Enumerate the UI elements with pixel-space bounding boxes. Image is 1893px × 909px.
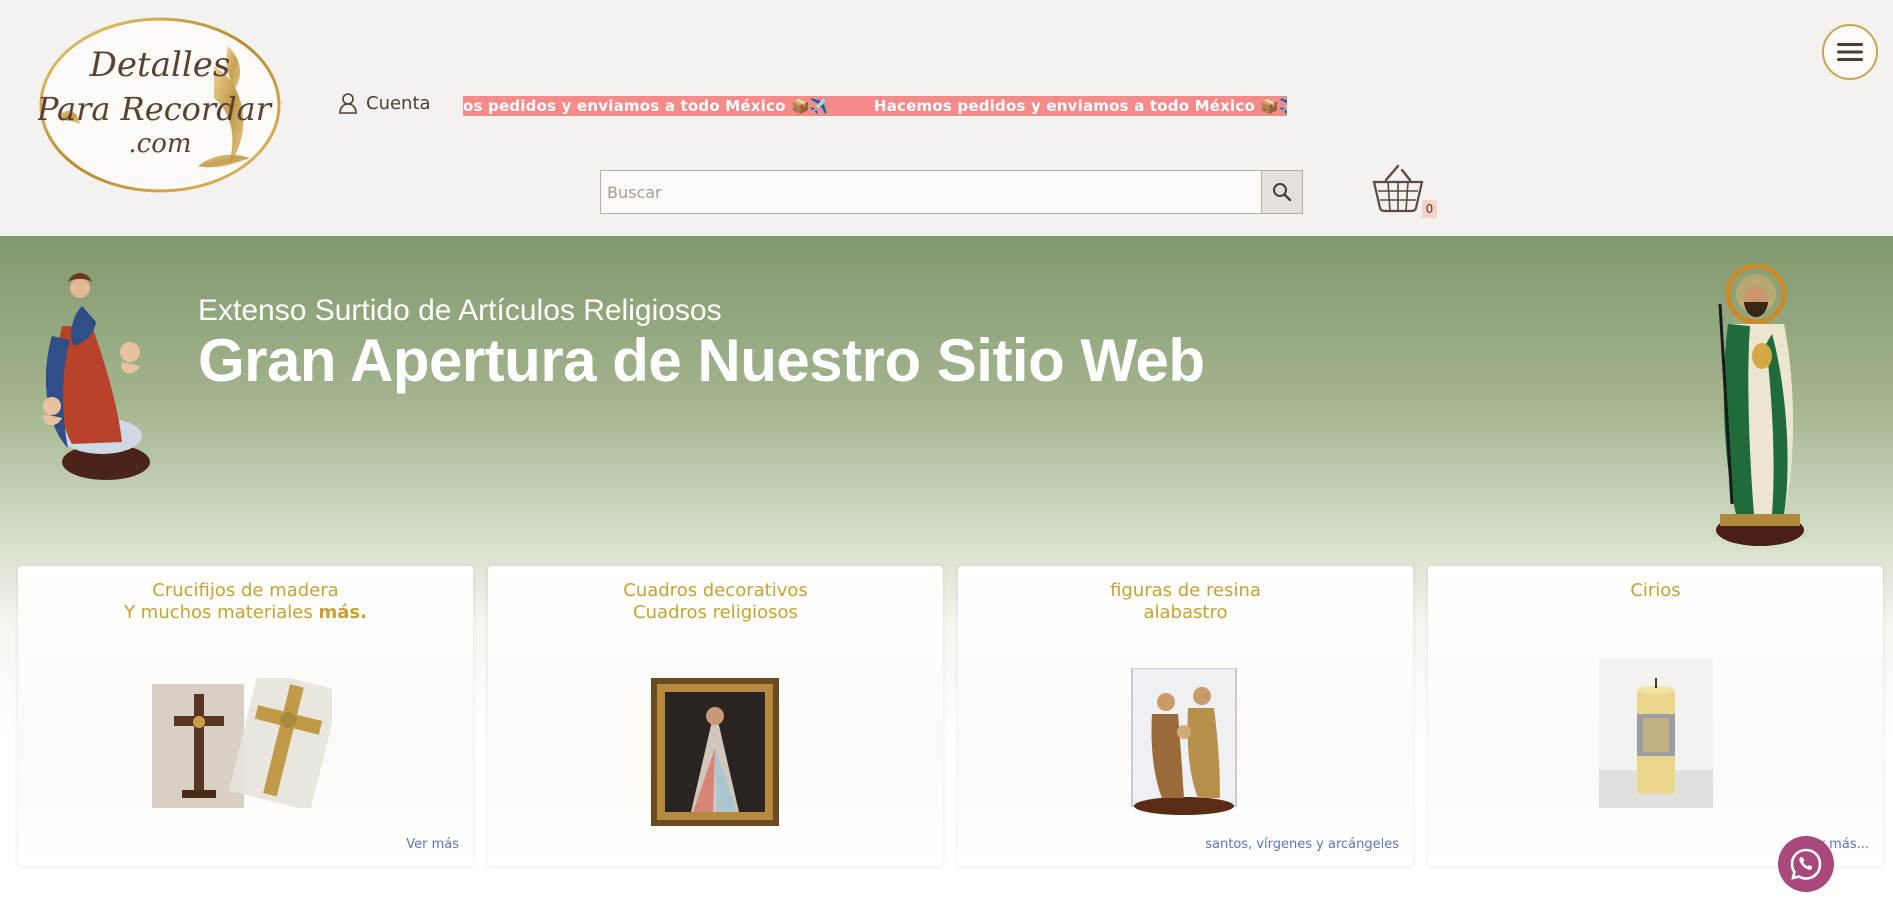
search-icon [1273,183,1292,202]
basket-icon [1372,164,1424,213]
hamburger-icon [1837,43,1863,61]
account-label: Cuenta [366,92,431,114]
site-header: Detalles Para Recordar .com Cuenta os pe… [0,0,1893,236]
logo-text-line2: Para Recordar [38,90,273,128]
category-card-crucifijos[interactable]: Crucifijos de madera Y muchos materiales… [18,566,473,866]
logo-text-line3: .com [128,129,191,159]
search-bar [600,170,1303,214]
logo-emblem: Detalles Para Recordar .com [36,17,281,193]
category-card-figuras-resina[interactable]: figuras de resina alabastro santos, vírg… [958,566,1413,866]
marquee-text: Hacemos pedidos y enviamos a todo México… [874,97,1287,115]
site-logo[interactable]: Detalles Para Recordar .com [36,16,282,194]
cart-count-badge: 0 [1422,200,1437,218]
cart-button[interactable] [1372,164,1424,214]
account-link[interactable]: Cuenta [338,92,431,114]
category-card-cirios[interactable]: Cirios Ver más... [1428,566,1883,866]
saint-jude-statue-image [1716,264,1804,546]
crucifix-image [152,678,332,808]
user-icon [339,93,357,114]
whatsapp-chat-button[interactable] [1778,836,1834,892]
category-card-cuadros[interactable]: Cuadros decorativos Cuadros religiosos [488,566,943,866]
announcement-marquee: os pedidos y enviamos a todo México 📦✈️ … [463,96,1287,116]
virgin-statue-image [43,273,150,480]
candle-image [1599,658,1713,808]
card-title: figuras de resina alabastro [1110,580,1261,623]
ver-mas-link[interactable]: Ver más [406,837,459,852]
logo-text-line1: Detalles [89,45,231,85]
search-button[interactable] [1261,170,1303,214]
search-input[interactable] [600,170,1261,214]
menu-button[interactable] [1822,24,1878,80]
holy-family-figure-image [1131,668,1237,815]
card-title: Crucifijos de madera Y muchos materiales… [124,580,367,623]
card-title: Cuadros decorativos Cuadros religiosos [623,580,808,623]
hero-title: Gran Apertura de Nuestro Sitio Web [198,327,1205,394]
hero-subtitle: Extenso Surtido de Artículos Religiosos [198,294,722,327]
card-title: Cirios [1630,580,1681,601]
santos-link[interactable]: santos, vírgenes y arcángeles [1205,837,1399,852]
marquee-text-partial: os pedidos y enviamos a todo México 📦✈️ [463,97,829,115]
whatsapp-icon [1790,848,1822,880]
divine-mercy-painting-image [651,678,779,826]
